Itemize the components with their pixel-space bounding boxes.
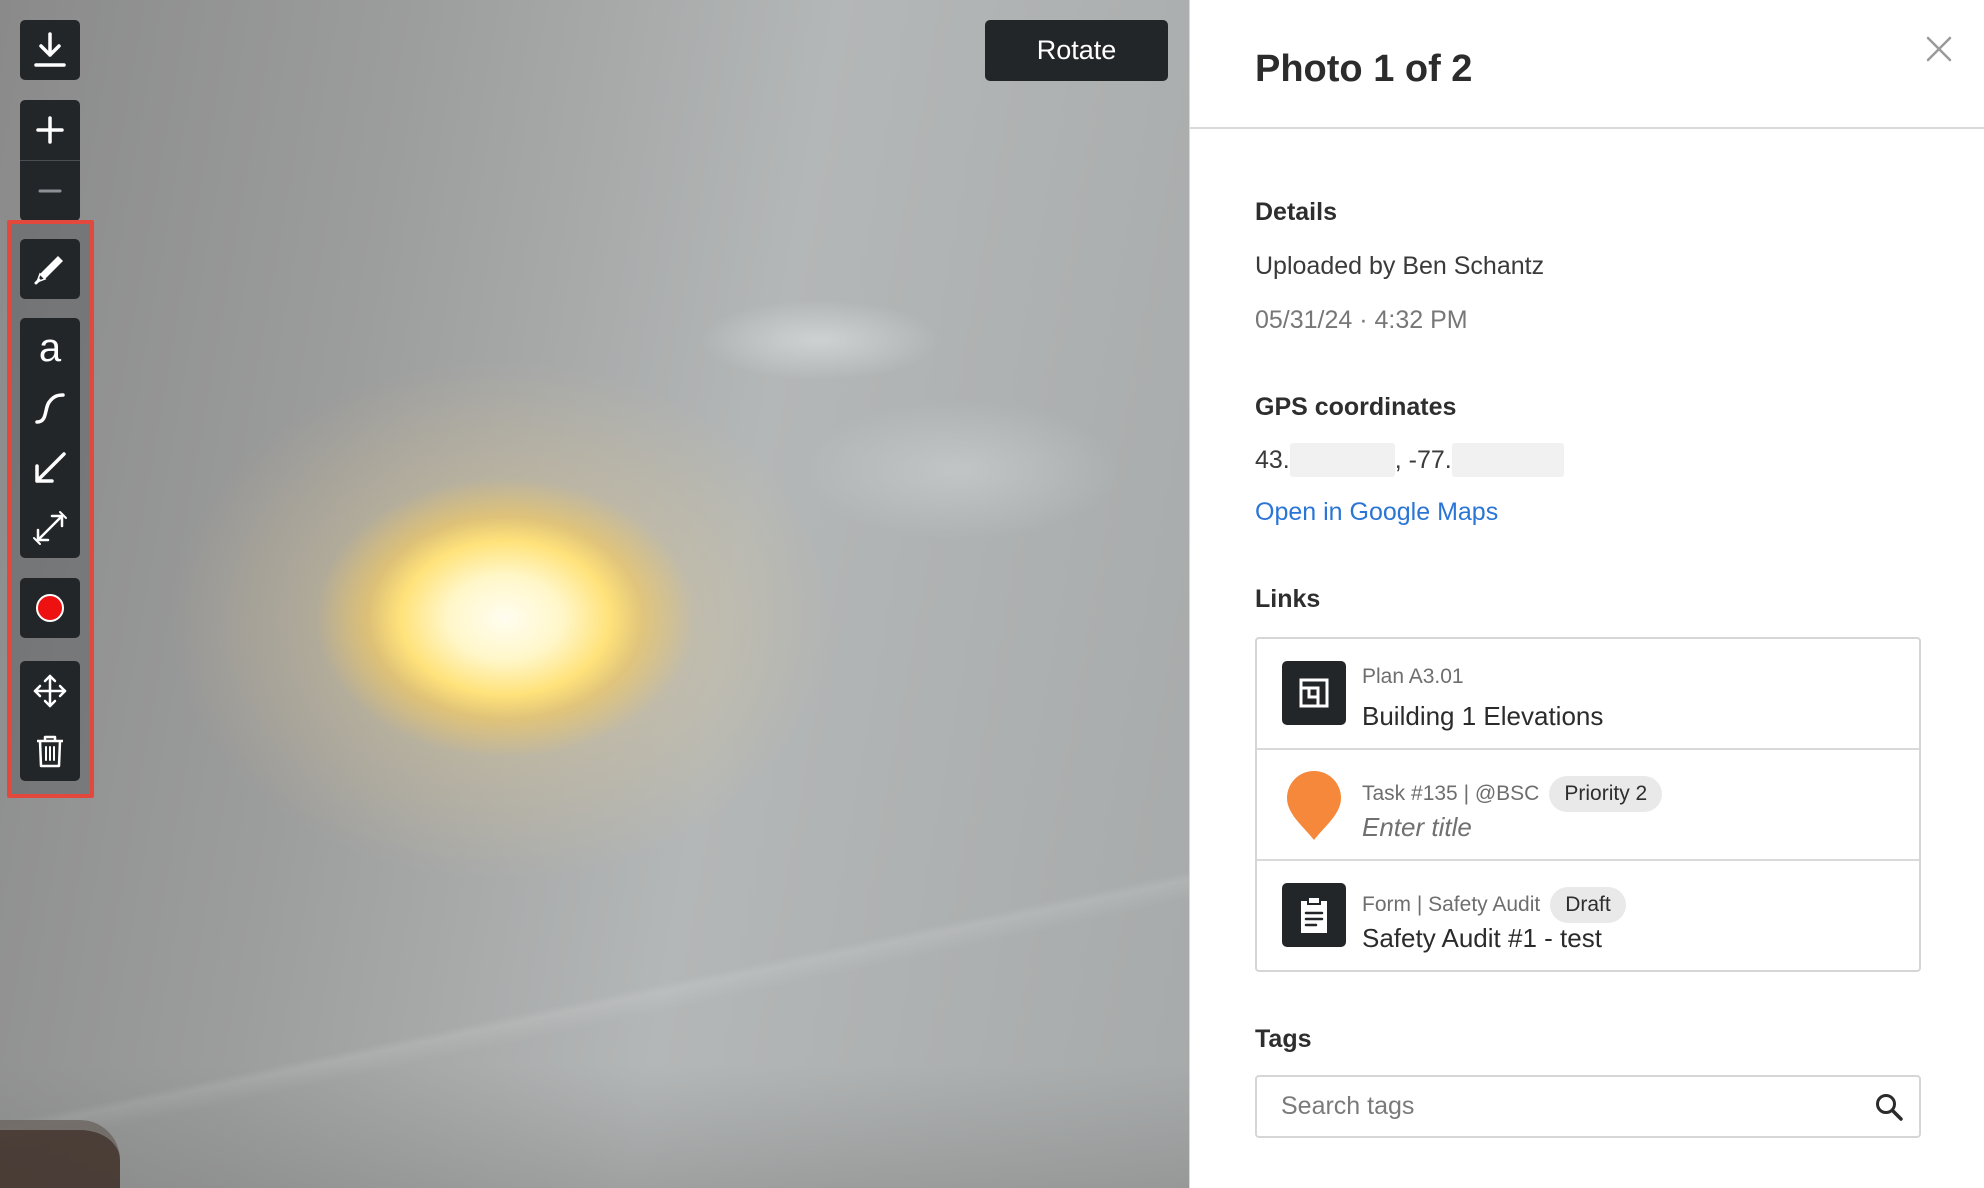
photo-ceiling-shadow xyxy=(0,1065,1189,1188)
page-title: Photo 1 of 2 xyxy=(1255,48,1473,90)
freehand-tool-button[interactable] xyxy=(20,378,80,438)
download-group xyxy=(20,20,80,80)
zoom-group xyxy=(20,100,80,221)
markup-tools-group: a xyxy=(20,318,80,558)
close-icon[interactable] xyxy=(1924,34,1954,64)
download-button[interactable] xyxy=(20,20,80,80)
measure-tool-button[interactable] xyxy=(20,498,80,558)
links-list: Plan A3.01 Building 1 Elevations Task #1… xyxy=(1255,637,1921,972)
link-task-label: Task #135 | @BSC xyxy=(1362,782,1540,805)
priority-badge: Priority 2 xyxy=(1549,776,1663,812)
text-tool-button[interactable]: a xyxy=(20,318,80,378)
zoom-out-button[interactable] xyxy=(20,161,80,221)
location-pin-icon xyxy=(1287,771,1341,840)
minus-icon xyxy=(38,189,62,193)
plan-icon xyxy=(1282,661,1346,725)
link-form-label: Form | Safety Audit xyxy=(1362,893,1541,916)
clipboard-icon xyxy=(1282,883,1346,947)
curve-icon xyxy=(35,393,65,424)
redacted-latitude xyxy=(1289,443,1395,477)
link-plan-label: Plan A3.01 xyxy=(1362,665,1464,688)
gps-lon-prefix: , -77. xyxy=(1394,445,1452,474)
link-task-title: Enter title xyxy=(1362,812,1472,842)
delete-button[interactable] xyxy=(20,721,80,781)
pencil-group xyxy=(20,239,80,299)
arrow-icon xyxy=(35,452,66,483)
zoom-in-button[interactable] xyxy=(20,100,80,160)
panel-header: Photo 1 of 2 xyxy=(1190,0,1984,129)
upload-timestamp: 05/31/24 · 4:32 PM xyxy=(1255,306,1468,334)
photo-viewer[interactable]: a Rotate xyxy=(0,0,1189,1188)
download-icon xyxy=(34,32,66,67)
search-icon[interactable] xyxy=(1859,1077,1919,1137)
trash-icon xyxy=(37,735,63,768)
open-google-maps-link[interactable]: Open in Google Maps xyxy=(1255,498,1498,527)
tags-search-input[interactable] xyxy=(1257,1077,1859,1136)
link-task[interactable]: Task #135 | @BSC Priority 2 Enter title xyxy=(1257,750,1919,861)
photo-corner-object xyxy=(0,1120,120,1188)
arrow-tool-button[interactable] xyxy=(20,438,80,498)
gps-lat-prefix: 43. xyxy=(1255,445,1290,474)
photo-ceiling-edge xyxy=(0,0,1189,1188)
uploaded-by: Uploaded by Ben Schantz xyxy=(1255,252,1545,280)
details-heading: Details xyxy=(1255,198,1337,226)
color-group xyxy=(20,578,80,638)
pencil-button[interactable] xyxy=(20,239,80,299)
link-form-title: Safety Audit #1 - test xyxy=(1362,923,1602,953)
status-badge: Draft xyxy=(1550,887,1626,923)
text-tool-label: a xyxy=(38,326,62,370)
tags-search-box xyxy=(1255,1075,1921,1138)
rotate-button[interactable]: Rotate xyxy=(985,20,1168,81)
links-heading: Links xyxy=(1255,585,1321,613)
link-form[interactable]: Form | Safety Audit Draft Safety Audit #… xyxy=(1257,861,1919,970)
edit-tools-group xyxy=(20,661,80,781)
link-plan-title: Building 1 Elevations xyxy=(1362,701,1604,731)
move-icon xyxy=(33,674,67,708)
link-form-meta: Form | Safety Audit Draft xyxy=(1362,887,1626,923)
gps-coordinates: 43. , -77. xyxy=(1255,440,1564,480)
tags-heading: Tags xyxy=(1255,1025,1312,1053)
link-plan[interactable]: Plan A3.01 Building 1 Elevations xyxy=(1257,639,1919,750)
link-task-meta: Task #135 | @BSC Priority 2 xyxy=(1362,776,1663,812)
color-picker-button[interactable] xyxy=(20,578,80,638)
plus-icon xyxy=(36,116,64,144)
pencil-icon xyxy=(34,256,63,285)
link-plan-meta: Plan A3.01 xyxy=(1362,665,1464,689)
move-tool-button[interactable] xyxy=(20,661,80,721)
photo-details-panel: Photo 1 of 2 Details Uploaded by Ben Sch… xyxy=(1189,0,1984,1188)
gps-heading: GPS coordinates xyxy=(1255,393,1457,421)
color-swatch xyxy=(36,594,64,622)
double-arrow-icon xyxy=(33,511,67,545)
redacted-longitude xyxy=(1451,443,1564,477)
